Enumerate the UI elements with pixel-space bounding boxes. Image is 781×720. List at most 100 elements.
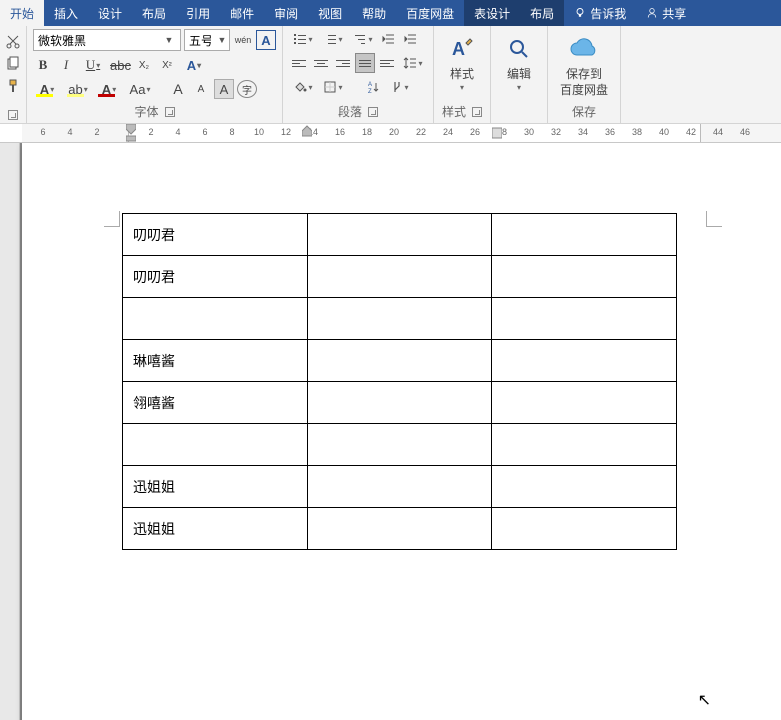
vertical-ruler[interactable]	[0, 143, 20, 720]
font-name-combo[interactable]: ▼	[33, 29, 181, 51]
table-row[interactable]	[123, 298, 677, 340]
shading-button[interactable]: ▾	[289, 77, 317, 97]
document-table[interactable]: 叨叨君叨叨君琳嘻酱翎嘻酱迅姐姐迅姐姐	[122, 213, 677, 550]
table-cell[interactable]	[492, 382, 677, 424]
decrease-indent-button[interactable]	[379, 29, 399, 49]
align-justify-button[interactable]	[355, 53, 375, 73]
table-cell[interactable]	[492, 466, 677, 508]
table-cell[interactable]	[123, 298, 308, 340]
tab-tell-me[interactable]: 告诉我	[564, 0, 636, 26]
table-cell[interactable]	[123, 424, 308, 466]
tab-share[interactable]: 共享	[636, 0, 696, 26]
show-marks-button[interactable]: ▾	[389, 77, 409, 97]
phonetic-guide-button[interactable]: wén	[233, 30, 253, 50]
multilevel-button[interactable]: ▾	[349, 29, 377, 49]
increase-indent-button[interactable]	[401, 29, 421, 49]
text-effects-button[interactable]: A▾	[180, 55, 208, 75]
table-row[interactable]	[123, 424, 677, 466]
table-cell[interactable]	[307, 424, 492, 466]
strikethrough-button[interactable]: abc	[110, 55, 131, 75]
superscript-button[interactable]: X	[157, 55, 177, 75]
tab-design[interactable]: 设计	[88, 0, 132, 26]
borders-button[interactable]: ▾	[319, 77, 347, 97]
horizontal-ruler[interactable]: 8642246810121416182022242628303234363840…	[22, 124, 781, 142]
format-painter-button[interactable]	[4, 77, 22, 95]
line-spacing-button[interactable]: ▾	[399, 53, 427, 73]
tab-review[interactable]: 审阅	[264, 0, 308, 26]
font-name-input[interactable]	[34, 33, 162, 47]
table-cell[interactable]	[307, 340, 492, 382]
table-cell[interactable]	[492, 508, 677, 550]
align-left-button[interactable]	[289, 53, 309, 73]
styles-launcher[interactable]	[472, 107, 482, 117]
tab-layout[interactable]: 布局	[132, 0, 176, 26]
font-launcher[interactable]	[165, 107, 175, 117]
tab-insert[interactable]: 插入	[44, 0, 88, 26]
font-size-input[interactable]	[185, 33, 215, 47]
grow-font-button[interactable]: A	[168, 79, 188, 99]
tab-table-design[interactable]: 表设计	[464, 0, 520, 26]
tab-home[interactable]: 开始	[0, 0, 44, 26]
clipboard-launcher[interactable]	[8, 110, 18, 120]
table-row[interactable]: 琳嘻酱	[123, 340, 677, 382]
table-row[interactable]: 叨叨君	[123, 256, 677, 298]
change-case-button[interactable]: Aa▾	[126, 79, 154, 99]
table-cell[interactable]	[492, 424, 677, 466]
bold-button[interactable]: B	[33, 55, 53, 75]
font-color-button[interactable]: A▾	[95, 79, 123, 99]
table-row[interactable]: 叨叨君	[123, 214, 677, 256]
table-cell[interactable]: 叨叨君	[123, 256, 308, 298]
shrink-font-button[interactable]: A	[191, 79, 211, 99]
italic-button[interactable]: I	[56, 55, 76, 75]
copy-button[interactable]	[4, 55, 22, 73]
highlight-button[interactable]: A▾	[33, 79, 61, 99]
font-size-dropdown[interactable]: ▼	[215, 35, 229, 45]
sort-button[interactable]: AZ	[359, 77, 387, 97]
subscript-button[interactable]: X	[134, 55, 154, 75]
table-cell[interactable]	[307, 214, 492, 256]
numbering-button[interactable]: ▾	[319, 29, 347, 49]
right-indent-marker[interactable]	[302, 124, 312, 142]
table-cell[interactable]	[492, 256, 677, 298]
tab-view[interactable]: 视图	[308, 0, 352, 26]
table-cell[interactable]: 翎嘻酱	[123, 382, 308, 424]
align-center-button[interactable]	[311, 53, 331, 73]
font-size-combo[interactable]: ▼	[184, 29, 230, 51]
tab-help[interactable]: 帮助	[352, 0, 396, 26]
table-cell[interactable]	[492, 340, 677, 382]
table-row[interactable]: 迅姐姐	[123, 466, 677, 508]
tab-table-layout[interactable]: 布局	[520, 0, 564, 26]
cut-button[interactable]	[4, 33, 22, 51]
shading-font-button[interactable]: ab▾	[64, 79, 92, 99]
font-name-dropdown[interactable]: ▼	[162, 35, 176, 45]
align-right-button[interactable]	[333, 53, 353, 73]
table-row[interactable]: 迅姐姐	[123, 508, 677, 550]
underline-button[interactable]: U▾	[79, 55, 107, 75]
char-shading-button[interactable]: A	[214, 79, 234, 99]
table-cell[interactable]: 琳嘻酱	[123, 340, 308, 382]
styles-button[interactable]: A 样式 ▾	[440, 29, 484, 92]
tab-baidu[interactable]: 百度网盘	[396, 0, 464, 26]
character-border-button[interactable]: A	[256, 30, 276, 50]
table-cell[interactable]	[492, 214, 677, 256]
table-row[interactable]: 翎嘻酱	[123, 382, 677, 424]
editing-button[interactable]: 编辑 ▾	[497, 29, 541, 92]
align-distribute-button[interactable]	[377, 53, 397, 73]
table-cell[interactable]	[307, 466, 492, 508]
tab-mailings[interactable]: 邮件	[220, 0, 264, 26]
page[interactable]: 叨叨君叨叨君琳嘻酱翎嘻酱迅姐姐迅姐姐	[22, 143, 781, 720]
paragraph-launcher[interactable]	[368, 107, 378, 117]
table-cell[interactable]	[492, 298, 677, 340]
table-cell[interactable]	[307, 256, 492, 298]
table-cell[interactable]: 迅姐姐	[123, 508, 308, 550]
enclose-char-button[interactable]: 字	[237, 80, 257, 98]
first-line-indent-marker[interactable]	[126, 124, 136, 142]
table-cell[interactable]: 迅姐姐	[123, 466, 308, 508]
table-cell[interactable]	[307, 298, 492, 340]
table-cell[interactable]	[307, 382, 492, 424]
table-marker[interactable]	[492, 124, 502, 142]
bullets-button[interactable]: ▾	[289, 29, 317, 49]
tab-references[interactable]: 引用	[176, 0, 220, 26]
document-area[interactable]: 叨叨君叨叨君琳嘻酱翎嘻酱迅姐姐迅姐姐 ↖	[0, 143, 781, 720]
table-cell[interactable]	[307, 508, 492, 550]
